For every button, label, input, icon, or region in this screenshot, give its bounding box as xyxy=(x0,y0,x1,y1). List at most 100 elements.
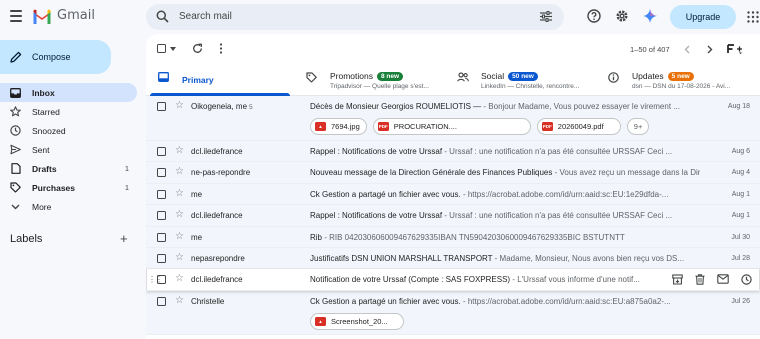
pdf-file-icon: PDF xyxy=(377,122,389,131)
sidebar-item-starred[interactable]: Starred xyxy=(0,102,137,121)
inbox-icon xyxy=(10,87,21,98)
tab-primary[interactable]: Primary xyxy=(146,64,294,96)
new-count-badge: 5 new xyxy=(667,72,694,81)
attachment-chip[interactable]: PDF PROCURATION.... xyxy=(372,118,531,135)
new-count-badge: 50 new xyxy=(508,72,538,81)
new-count-badge: 8 new xyxy=(377,72,404,81)
gemini-spark-icon[interactable] xyxy=(643,9,657,23)
email-snippet: - Vous avez reçu un message dans la Dire… xyxy=(554,168,700,178)
email-row[interactable]: ☆ dcl.iledefrance Rappel : Notifications… xyxy=(146,141,760,163)
search-icon[interactable] xyxy=(156,10,169,23)
row-checkbox[interactable] xyxy=(157,147,166,156)
labels-heading: Labels xyxy=(10,233,43,245)
pencil-icon xyxy=(10,51,22,63)
email-subject: Nouveau message de la Direction Générale… xyxy=(310,168,553,178)
email-snippet: - Madame, Monsieur, Nous avons bien reçu… xyxy=(492,253,685,263)
input-tools-icon[interactable] xyxy=(727,44,743,54)
star-icon[interactable]: ☆ xyxy=(175,295,184,306)
row-checkbox[interactable] xyxy=(157,102,166,111)
more-attachments-chip[interactable]: 9+ xyxy=(626,118,650,135)
email-row[interactable]: ⋮⋮ ☆ dcl.iledefrance Notification de vot… xyxy=(146,269,760,291)
row-checkbox[interactable] xyxy=(157,211,166,221)
tab-label: Promotions xyxy=(330,71,373,81)
email-row[interactable]: ☆ me Ck Gestion a partagé un fichier ave… xyxy=(146,183,760,206)
star-icon[interactable]: ☆ xyxy=(175,100,184,111)
tab-promotions[interactable]: Promotions 8 new Tripadvisor — Quelle pla… xyxy=(294,64,442,96)
upgrade-button[interactable]: Upgrade xyxy=(670,5,736,29)
email-snippet: - https://acrobat.adobe.com/id/urn:aaid:… xyxy=(460,189,669,199)
search-options-icon[interactable] xyxy=(540,11,552,22)
star-icon[interactable]: ☆ xyxy=(175,231,184,242)
google-apps-icon[interactable] xyxy=(747,11,759,23)
email-row[interactable]: ☆ nepasrepondre Justificatifs DSN UNION … xyxy=(146,247,760,270)
attachment-chip[interactable]: PDF 20260049.pdf xyxy=(536,118,621,135)
sidebar-item-inbox[interactable]: Inbox xyxy=(0,83,137,102)
info-icon xyxy=(608,72,619,85)
attachment-chip[interactable]: ▲ 7694.jpg xyxy=(310,118,367,135)
people-icon xyxy=(457,72,469,84)
sidebar-item-snoozed[interactable]: Snoozed xyxy=(0,121,137,140)
email-subject: Rappel : Notifications de votre Urssaf xyxy=(310,147,443,156)
sidebar-item-sent[interactable]: Sent xyxy=(0,140,137,159)
delete-icon[interactable] xyxy=(695,274,705,286)
next-page-chevron-icon[interactable] xyxy=(707,45,713,54)
add-label-plus-icon[interactable]: + xyxy=(120,232,128,245)
email-subject: Rappel : Notifications de votre Urssaf xyxy=(310,211,443,221)
sidebar-item-more[interactable]: More xyxy=(0,197,137,216)
tab-social[interactable]: Social 50 new LinkedIn — Christelle, renc… xyxy=(445,64,595,96)
sidebar-item-purchases[interactable]: Purchases 1 xyxy=(0,178,137,197)
tab-preview: LinkedIn — Christelle, rencontre... xyxy=(481,83,580,90)
row-checkbox[interactable] xyxy=(157,232,166,242)
snooze-clock-icon[interactable] xyxy=(741,274,752,286)
row-checkbox[interactable] xyxy=(157,296,166,306)
star-icon[interactable]: ☆ xyxy=(175,166,184,177)
mark-as-unread-icon[interactable] xyxy=(717,274,729,285)
email-row[interactable]: ☆ me Rib - RIB 042030606009467629335IBAN… xyxy=(146,226,760,248)
select-all-checkbox[interactable] xyxy=(157,44,166,53)
sidebar-item-label: Purchases xyxy=(32,183,75,193)
gmail-logo-icon[interactable] xyxy=(32,9,52,24)
tab-updates[interactable]: Updates 5 new dsn — DSN du 17-08-2026 - A… xyxy=(596,64,760,96)
more-vert-icon[interactable] xyxy=(219,43,223,54)
settings-gear-icon[interactable] xyxy=(615,9,629,23)
image-file-icon: ▲ xyxy=(315,316,326,326)
sidebar-item-drafts[interactable]: Drafts 1 xyxy=(0,159,137,178)
row-hover-actions xyxy=(672,274,752,286)
list-toolbar: 1–50 of 407 xyxy=(146,34,760,64)
search-bar[interactable]: Search mail xyxy=(146,4,564,30)
inbox-icon xyxy=(158,72,169,84)
row-checkbox[interactable] xyxy=(157,168,166,178)
pagination-count: 1–50 of 407 xyxy=(630,45,670,54)
email-row[interactable]: ☆ ne-pas-repondre Nouveau message de la … xyxy=(146,162,760,184)
row-checkbox[interactable] xyxy=(157,253,166,263)
search-input[interactable]: Search mail xyxy=(179,11,232,22)
main-menu-icon[interactable] xyxy=(10,10,22,22)
email-subject: Justificatifs DSN UNION MARSHALL TRANSPO… xyxy=(310,253,493,263)
refresh-icon[interactable] xyxy=(192,43,203,54)
chevron-down-icon xyxy=(10,201,21,212)
attachment-chip[interactable]: ▲ Screenshot_20... xyxy=(310,312,404,330)
archive-icon[interactable] xyxy=(672,274,683,285)
email-subject: Notification de votre Urssaf (Compte : S… xyxy=(310,275,511,285)
email-row[interactable]: ☆ Oikogeneia, me 5 Décès de Monsieur Geor… xyxy=(146,96,760,141)
email-row[interactable]: ☆ dcl.iledefrance Rappel : Notifications… xyxy=(146,205,760,227)
tab-preview: dsn — DSN du 17-08-2026 - Avi... xyxy=(632,83,731,90)
email-snippet: - Bonjour Madame, Vous pouvez essayer le… xyxy=(481,102,680,111)
star-icon[interactable]: ☆ xyxy=(175,188,184,199)
mail-list-panel: 1–50 of 407 Primary Promotions 8 new Trip… xyxy=(146,34,760,339)
row-checkbox[interactable] xyxy=(157,275,166,285)
email-content: Ck Gestion a partagé un fichier avec vou… xyxy=(310,297,700,306)
compose-button[interactable]: Compose xyxy=(0,40,111,74)
help-icon[interactable] xyxy=(587,9,601,23)
star-icon[interactable]: ☆ xyxy=(175,145,184,156)
select-dropdown-icon[interactable] xyxy=(170,47,176,51)
star-icon[interactable]: ☆ xyxy=(175,252,184,263)
email-snippet: - RIB 042030606009467629335IBAN TN590420… xyxy=(322,232,625,242)
star-icon[interactable]: ☆ xyxy=(175,273,184,284)
star-icon[interactable]: ☆ xyxy=(175,209,184,220)
prev-page-chevron-icon[interactable] xyxy=(684,45,690,54)
email-row[interactable]: ☆ Christelle Ck Gestion a partagé un fic… xyxy=(146,290,760,335)
send-icon xyxy=(10,144,21,155)
email-subject: Ck Gestion a partagé un fichier avec vou… xyxy=(310,189,461,199)
row-checkbox[interactable] xyxy=(157,189,166,199)
